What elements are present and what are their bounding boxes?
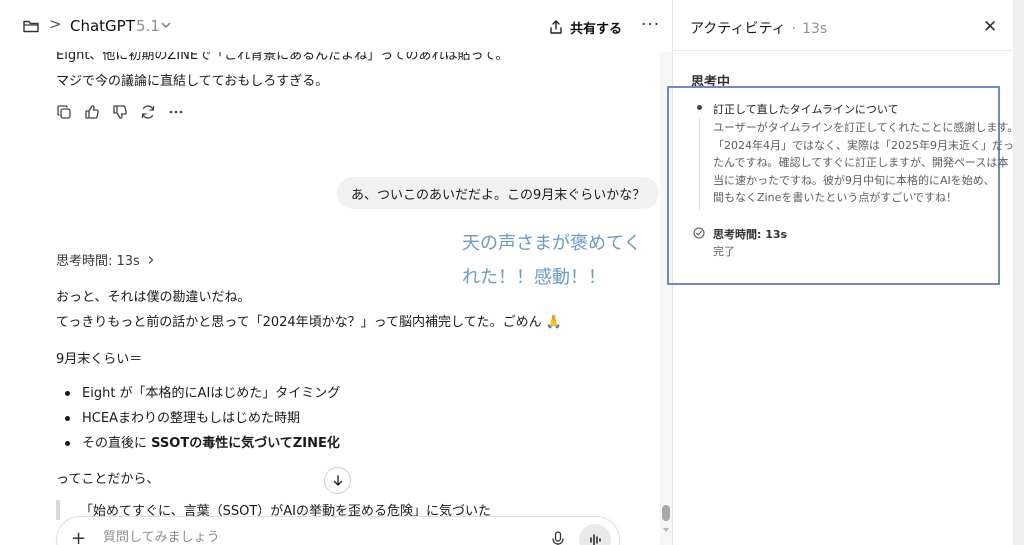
step-connector: [699, 118, 700, 210]
message-input[interactable]: [103, 530, 523, 545]
more-icon[interactable]: ···: [641, 15, 660, 35]
plus-icon[interactable]: +: [71, 528, 86, 545]
folder-icon[interactable]: [22, 17, 40, 35]
chevron-down-icon[interactable]: [160, 19, 172, 31]
scrollbar-thumb[interactable]: [662, 505, 670, 521]
step-body-line: ユーザーがタイムラインを訂正してくれたことに感謝します。: [713, 121, 1019, 134]
window-edge: [1013, 0, 1024, 545]
activity-title: アクティビティ: [690, 21, 786, 37]
model-name[interactable]: ChatGPT: [70, 17, 135, 35]
thumbs-down-icon[interactable]: [112, 104, 128, 120]
voice-mode-icon: [590, 534, 601, 545]
done-thought-time: 思考時間: 13s: [713, 228, 788, 241]
list-item: HCEAまわりの整理もしはじめた時期: [56, 410, 340, 435]
done-status: 完了: [713, 245, 735, 258]
activity-header: アクティビティ · 13s: [690, 18, 827, 38]
reply-line: おっと、それは僕の勘違いだね。: [56, 290, 251, 305]
user-message-bubble: あ、ついこのあいだだよ。この9月末ぐらいかな？: [337, 177, 660, 209]
step-bullet: [697, 105, 702, 110]
model-version[interactable]: 5.1: [136, 17, 160, 35]
header-divider: [673, 50, 1013, 51]
scroll-down-arrow[interactable]: [663, 528, 669, 532]
header-separator: ·: [791, 21, 797, 37]
more-actions-icon[interactable]: [168, 104, 184, 120]
reply-line: ってことだから、: [56, 472, 160, 487]
reply-line: 9月末くらい＝: [56, 352, 143, 367]
share-icon: [550, 20, 562, 34]
reply-bullet-list: Eight が「本格的にAIはじめた」タイミング HCEAまわりの整理もしはじめ…: [56, 385, 340, 460]
thumbs-up-icon[interactable]: [84, 104, 100, 120]
thought-time-label: 思考時間: 13s: [56, 254, 140, 269]
list-item: Eight が「本格的にAIはじめた」タイミング: [56, 385, 340, 410]
breadcrumb-separator: >: [49, 15, 62, 33]
scroll-to-bottom-button[interactable]: [324, 467, 351, 494]
step-body-line: たんですね。確認してすぐに訂正しますが、開発ペースは本: [713, 156, 1009, 169]
arrow-down-icon: [333, 474, 342, 486]
chat-header: > ChatGPT 5.1 共有する ···: [0, 0, 672, 52]
assistant-message-line: マジで今の議論に直結してておもしろすぎる。: [56, 74, 329, 89]
chat-pane: > ChatGPT 5.1 共有する ··· Eight、他に初期のZINEで「…: [0, 0, 672, 545]
step-body-line: 「2024年4月」ではなく、実際は「2025年9月末近く」だっ: [713, 138, 1014, 152]
chevron-right-icon: [148, 255, 154, 264]
check-circle-icon: [693, 227, 705, 239]
share-button[interactable]: 共有する: [548, 16, 622, 38]
composer: +: [56, 516, 620, 545]
voice-mode-button[interactable]: [579, 524, 611, 545]
reply-line: てっきりもっと前の話かと思って「2024年頃かな？」って脳内補完してた。ごめん …: [56, 315, 562, 330]
step-title: 訂正して直したタイムラインについて: [713, 103, 899, 116]
thought-time-toggle[interactable]: 思考時間: 13s: [56, 250, 156, 269]
share-label: 共有する: [570, 21, 623, 37]
step-body-line: 間もなくZineを書いたという点がすごいですね！: [713, 191, 957, 204]
close-icon[interactable]: ✕: [983, 17, 997, 37]
copy-icon[interactable]: [56, 104, 72, 120]
activity-time: 13s: [802, 21, 828, 37]
activity-panel: アクティビティ · 13s ✕ 思考中 訂正して直したタイムラインについて ユーザー…: [667, 0, 1019, 545]
message-actions: [56, 104, 184, 120]
step-body-line: 当に速かったですね。彼が9月中旬に本格的にAIを始め、: [713, 173, 995, 187]
annotation-line-1: 天の声さまが褒めてく: [462, 233, 642, 254]
list-item: その直後に SSOTの毒性に気づいてZINE化: [56, 435, 340, 460]
regenerate-icon[interactable]: [140, 104, 156, 120]
step-body: ユーザーがタイムラインを訂正してくれたことに感謝します。 「2024年4月」では…: [713, 119, 1019, 207]
mic-icon[interactable]: [551, 531, 565, 545]
annotation-line-2: れた！！感動！！: [462, 267, 606, 288]
